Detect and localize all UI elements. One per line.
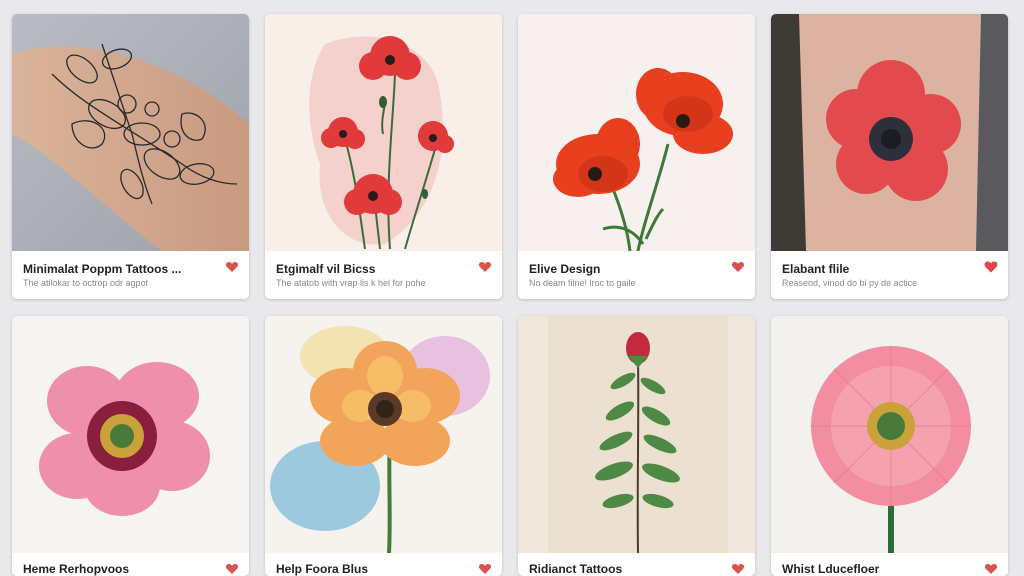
line-art-tattoo-image[interactable] [12,14,249,251]
pin-card[interactable]: Help Foora Blus [265,316,502,576]
card-subtitle: No deam filne! lroc to gaile [529,278,636,288]
heart-icon[interactable] [478,562,492,576]
card-title[interactable]: Ridianct Tattoos [529,562,719,576]
heart-icon[interactable] [731,260,745,274]
pin-card[interactable]: Elive Design No deam filne! lroc to gail… [518,14,755,299]
card-title[interactable]: Etgimalf vil Bicss [276,262,466,276]
card-title[interactable]: Help Foora Blus [276,562,466,576]
card-title[interactable]: Elabant flile [782,262,972,276]
pin-card[interactable]: Whist Lducefloer [771,316,1008,576]
card-subtitle: The atatob with vrap lis k hel for pohe [276,278,426,288]
heart-icon[interactable] [731,562,745,576]
poppy-watercolor-image[interactable] [265,14,502,251]
card-subtitle: Reasend, vinod do bi py de actice [782,278,918,288]
pink-hibiscus-image[interactable] [12,316,249,553]
pin-card[interactable]: Elabant flile Reasend, vinod do bi py de… [771,14,1008,299]
card-title[interactable]: Elive Design [529,262,719,276]
red-poppies-image[interactable] [518,14,755,251]
pin-card[interactable]: Ridianct Tattoos [518,316,755,576]
card-subtitle: The atilokar to octrop odr agpot [23,278,149,288]
pin-card[interactable]: Minimalat Poppm Tattoos ... The atilokar… [12,14,249,299]
card-title[interactable]: Minimalat Poppm Tattoos ... [23,262,213,276]
watercolor-flower-image[interactable] [265,316,502,553]
pink-gerbera-image[interactable] [771,316,1008,553]
rosebud-stem-image[interactable] [518,316,755,553]
heart-icon[interactable] [225,562,239,576]
poppy-arm-tattoo-image[interactable] [771,14,1008,251]
heart-icon[interactable] [478,260,492,274]
pin-card[interactable]: Etgimalf vil Bicss The atatob with vrap … [265,14,502,299]
heart-icon[interactable] [225,260,239,274]
pin-card[interactable]: Heme Rerhopvoos [12,316,249,576]
heart-icon[interactable] [984,260,998,274]
heart-icon[interactable] [984,562,998,576]
card-title[interactable]: Heme Rerhopvoos [23,562,213,576]
card-title[interactable]: Whist Lducefloer [782,562,972,576]
